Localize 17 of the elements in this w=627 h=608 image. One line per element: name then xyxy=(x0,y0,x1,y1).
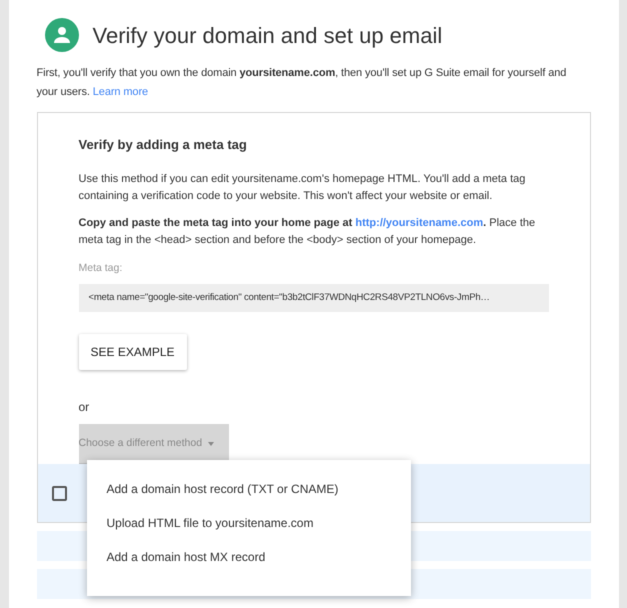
caret-icon xyxy=(208,442,214,446)
site-link[interactable]: http://yoursitename.com xyxy=(355,216,484,228)
meta-tag-field[interactable]: <meta name="google-site-verification" content="b3b2tClF37WDNqHC2RS48VP2TLNO6vs-JmPh… xyxy=(78,284,548,312)
learn-more-link[interactable]: Learn more xyxy=(92,86,148,98)
method-title: Verify by adding a meta tag xyxy=(78,136,248,154)
menu-item[interactable]: Add a domain host MX record xyxy=(86,540,410,574)
intro-text: First, you'll verify that you own the domain yoursitename.com, then you'll set up G Suite email for yourself and your users. Learn more xyxy=(36,66,568,100)
instruction-text: Copy and paste the meta tag into your home page at http://yoursitename.com. Place the meta tag in the <head> section and before the <body> section of your homepage. xyxy=(78,216,536,248)
menu-item[interactable]: Upload HTML file to yoursitename.com xyxy=(86,506,410,540)
menu-item[interactable]: Add a domain host record (TXT or CNAME) xyxy=(86,472,410,506)
method-description: Use this method if you can edit yoursitename.com's homepage HTML. You'll add a meta tag containing a verification code to your website. This won't affect your website or email. xyxy=(78,172,526,204)
see-example-button[interactable]: SEE EXAMPLE xyxy=(78,334,187,370)
meta-tag-label: Meta tag: xyxy=(78,260,124,276)
or-text: or xyxy=(78,399,90,416)
person-avatar-icon xyxy=(44,18,78,52)
checkbox[interactable] xyxy=(52,486,66,501)
page-title: Verify your domain and set up email xyxy=(92,22,442,50)
